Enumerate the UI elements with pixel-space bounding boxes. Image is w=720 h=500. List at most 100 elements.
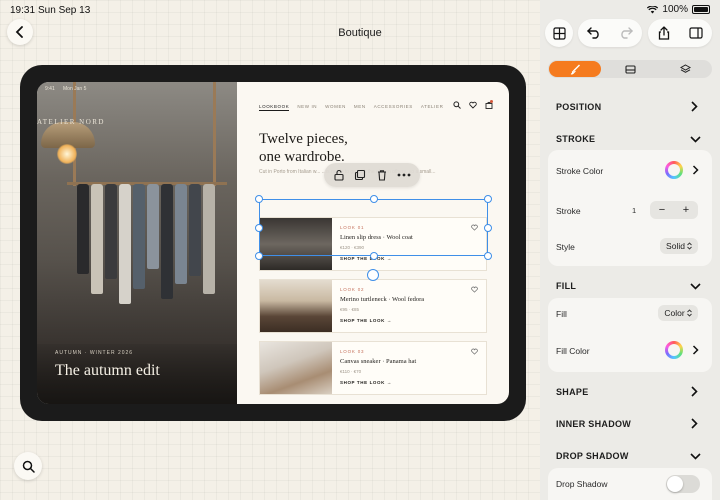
look-price: €110 · €70 (340, 369, 362, 374)
trash-icon[interactable] (376, 169, 388, 181)
stroke-color-swatch[interactable] (665, 161, 683, 179)
chevron-right-icon[interactable] (690, 418, 698, 429)
nav-men[interactable]: MEN (354, 104, 366, 111)
heart-icon[interactable] (471, 286, 478, 293)
unlock-icon[interactable] (333, 169, 345, 181)
selection-box[interactable] (255, 195, 492, 260)
tab-layout[interactable] (604, 61, 656, 77)
section-stroke[interactable]: STROKE (556, 134, 595, 144)
fill-color-label: Fill Color (556, 346, 590, 356)
hero-photo: 9:41 Mon Jan 5 ATELIER NORD AUTUMN · WIN… (37, 82, 237, 404)
stroke-style-label: Style (556, 242, 575, 252)
nav-lookbook[interactable]: LOOKBOOK (259, 104, 290, 111)
chevron-right-icon[interactable] (692, 345, 699, 355)
look-thumbnail (260, 342, 332, 394)
resize-handle[interactable] (484, 195, 492, 203)
stroke-width-label: Stroke (556, 206, 581, 216)
tab-style[interactable] (549, 61, 601, 77)
search-icon (22, 460, 35, 473)
frame-icon (624, 64, 636, 74)
section-position[interactable]: POSITION (556, 102, 601, 112)
stroke-width-value[interactable]: 1 (632, 206, 636, 215)
battery-icon (692, 5, 710, 14)
section-fill[interactable]: FILL (556, 281, 576, 291)
drop-shadow-toggle[interactable] (666, 475, 700, 493)
resize-handle[interactable] (370, 195, 378, 203)
shop-the-look-link[interactable]: SHOP THE LOOK → (340, 318, 392, 323)
mock-status-date: Mon Jan 5 (63, 86, 87, 92)
chevron-right-icon[interactable] (692, 165, 699, 175)
look-kicker: LOOK 03 (340, 349, 365, 354)
chevron-down-icon[interactable] (690, 135, 701, 143)
chevron-updown-icon (686, 309, 692, 317)
hero-title: The autumn edit (55, 362, 160, 379)
more-icon[interactable] (397, 173, 411, 177)
look-name: Canvas sneaker · Panama hat (340, 358, 417, 365)
brand-logo: ATELIER NORD (37, 118, 105, 126)
minus-icon[interactable]: − (659, 204, 665, 216)
look-card-2[interactable]: LOOK 02 Merino turtleneck · Wool fedora … (259, 279, 487, 333)
share-panel-group (648, 19, 712, 47)
rotate-handle-icon[interactable] (367, 269, 379, 281)
season-label: AUTUMN · WINTER 2026 (55, 350, 134, 356)
chevron-updown-icon (687, 242, 692, 250)
duplicate-icon[interactable] (354, 169, 366, 181)
battery-percent: 100% (662, 4, 688, 15)
wifi-icon (647, 5, 659, 13)
sidebar-toggle-icon[interactable] (688, 27, 703, 39)
chevron-down-icon[interactable] (690, 452, 701, 460)
heart-icon[interactable] (471, 348, 478, 355)
stroke-style-select[interactable]: Solid (660, 238, 698, 254)
resize-handle[interactable] (484, 224, 492, 232)
section-drop-shadow[interactable]: DROP SHADOW (556, 451, 629, 461)
search-icon[interactable] (453, 101, 461, 109)
shop-the-look-link[interactable]: SHOP THE LOOK → (340, 256, 392, 261)
layout-button[interactable] (545, 19, 573, 47)
paintbrush-icon (570, 64, 580, 75)
look-price: €95 · €85 (340, 307, 360, 312)
chevron-right-icon[interactable] (690, 386, 698, 397)
tab-layers[interactable] (659, 61, 711, 77)
resize-handle[interactable] (255, 195, 263, 203)
back-button[interactable] (7, 19, 33, 45)
stroke-style-value: Solid (666, 241, 685, 251)
chevron-right-icon[interactable] (690, 101, 698, 112)
site-nav-icons (453, 101, 493, 109)
mock-status-time: 9:41 (45, 86, 55, 92)
section-shape[interactable]: SHAPE (556, 387, 589, 397)
headline-line-1: Twelve pieces, (259, 131, 348, 147)
site-nav: LOOKBOOK NEW IN WOMEN MEN ACCESSORIES AT… (259, 104, 443, 111)
object-toolbar (324, 163, 420, 187)
status-indicators: 100% (647, 4, 710, 15)
resize-handle[interactable] (255, 224, 263, 232)
document-title: Boutique (338, 27, 382, 39)
chevron-down-icon[interactable] (690, 282, 701, 290)
canvas-search-button[interactable] (14, 452, 42, 480)
heart-icon[interactable] (469, 101, 477, 109)
chevron-left-icon (15, 26, 23, 38)
nav-new-in[interactable]: NEW IN (297, 104, 317, 111)
plus-icon[interactable]: + (683, 204, 689, 216)
stroke-width-stepper[interactable]: − + (650, 201, 698, 219)
fill-type-select[interactable]: Color (658, 305, 698, 321)
section-inner-shadow[interactable]: INNER SHADOW (556, 419, 631, 429)
grid-layout-icon (552, 26, 566, 40)
resize-handle[interactable] (484, 252, 492, 260)
look-kicker: LOOK 02 (340, 287, 365, 292)
nav-accessories[interactable]: ACCESSORIES (374, 104, 413, 111)
resize-handle[interactable] (370, 252, 378, 260)
resize-handle[interactable] (255, 252, 263, 260)
look-card-3[interactable]: LOOK 03 Canvas sneaker · Panama hat €110… (259, 341, 487, 395)
nav-women[interactable]: WOMEN (325, 104, 346, 111)
fill-color-swatch[interactable] (665, 341, 683, 359)
status-time: 19:31 (10, 5, 36, 16)
undo-icon[interactable] (587, 27, 601, 39)
look-name: Merino turtleneck · Wool fedora (340, 296, 425, 303)
drop-shadow-label: Drop Shadow (556, 479, 608, 489)
nav-atelier[interactable]: ATELIER (421, 104, 444, 111)
share-icon[interactable] (658, 26, 670, 40)
redo-icon[interactable] (619, 27, 633, 39)
shop-the-look-link[interactable]: SHOP THE LOOK → (340, 380, 392, 385)
fill-type-value: Color (664, 308, 685, 318)
status-date: Sun Sep 13 (38, 5, 91, 16)
